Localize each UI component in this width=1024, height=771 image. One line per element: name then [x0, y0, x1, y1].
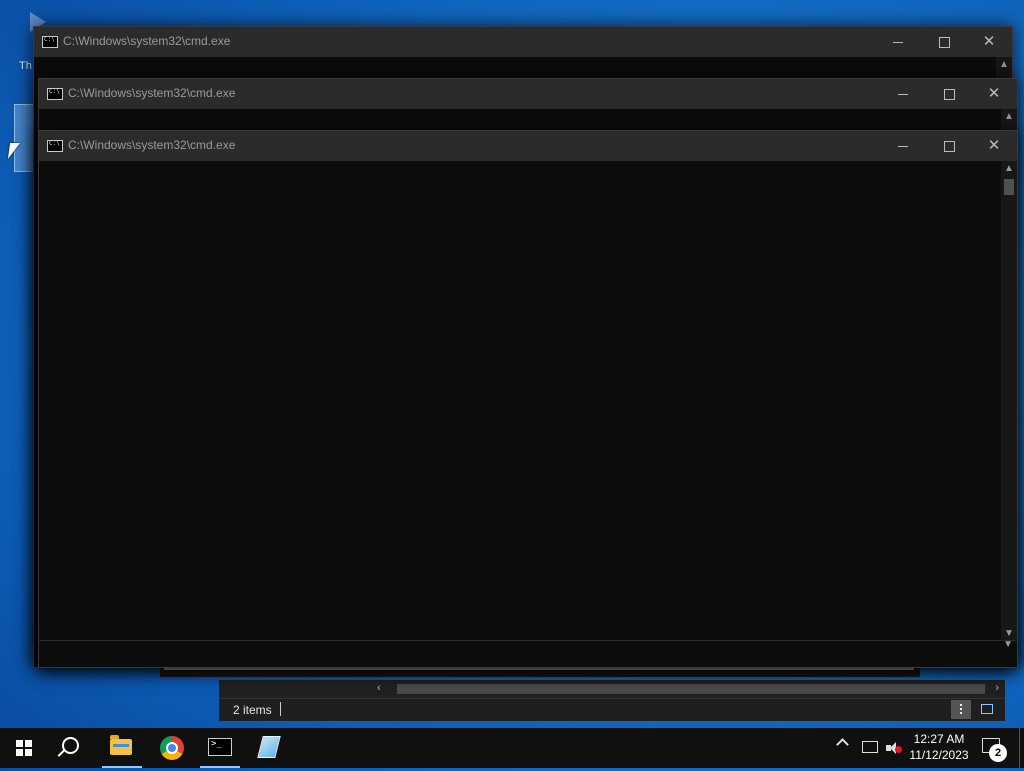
scroll-up-icon[interactable]: ▲	[999, 59, 1009, 70]
chrome-taskbar-button[interactable]	[148, 728, 196, 768]
window-bottom-edge: ▼	[39, 639, 1017, 667]
system-clock[interactable]: 12:27 AM 11/12/2023	[906, 731, 972, 771]
window-title: C:\Windows\system32\cmd.exe	[63, 34, 231, 48]
windows-logo-icon	[16, 740, 32, 756]
close-icon: ✕	[987, 137, 1001, 154]
chrome-icon	[160, 736, 184, 760]
clock-time: 12:27 AM	[913, 732, 965, 746]
close-button[interactable]: ✕	[966, 27, 1012, 57]
scroll-thumb[interactable]	[397, 684, 985, 694]
close-icon: ✕	[987, 85, 1001, 102]
volume-muted-badge-icon	[895, 746, 902, 753]
explorer-horizontal-scrollbar[interactable]: ‹ ›	[219, 680, 1005, 698]
minimize-icon	[898, 145, 908, 147]
notepad-icon	[257, 736, 281, 758]
scroll-down-icon[interactable]: ▼	[1003, 639, 1013, 650]
minimize-button[interactable]	[880, 131, 926, 161]
cmd-app-icon	[47, 140, 63, 152]
scroll-up-icon[interactable]: ▲	[1004, 163, 1014, 174]
command-prompt-icon	[208, 738, 232, 756]
window-title: C:\Windows\system32\cmd.exe	[68, 138, 236, 152]
details-view-button[interactable]	[951, 700, 971, 719]
status-separator	[280, 702, 281, 716]
search-button[interactable]	[48, 728, 96, 768]
close-button[interactable]: ✕	[971, 131, 1017, 161]
search-icon	[62, 737, 79, 754]
notepad-taskbar-button[interactable]	[246, 728, 294, 768]
maximize-button[interactable]	[926, 79, 972, 109]
maximize-button[interactable]	[921, 27, 967, 57]
scroll-up-icon[interactable]: ▲	[1004, 111, 1014, 122]
close-button[interactable]: ✕	[971, 79, 1017, 109]
maximize-icon	[943, 88, 955, 100]
network-icon[interactable]	[862, 741, 878, 753]
minimize-button[interactable]	[875, 27, 921, 57]
taskbar: 12:27 AM 11/12/2023 2	[0, 728, 1024, 768]
file-explorer-icon	[110, 735, 132, 755]
maximize-button[interactable]	[926, 131, 972, 161]
scroll-thumb[interactable]	[1004, 179, 1014, 195]
cmd-app-icon	[47, 88, 63, 100]
scroll-down-icon[interactable]: ▼	[1004, 628, 1014, 639]
scroll-right-icon[interactable]: ›	[995, 682, 999, 694]
maximize-icon	[938, 36, 950, 48]
close-icon: ✕	[982, 33, 996, 50]
maximize-icon	[943, 140, 955, 152]
cmd-app-icon	[42, 36, 58, 48]
cmd-window-3[interactable]: C:\Windows\system32\cmd.exe ✕ ▲ ▼ ▼	[38, 130, 1018, 668]
scroll-left-icon[interactable]: ‹	[377, 682, 381, 694]
status-items-count: 2 items	[233, 703, 272, 717]
show-hidden-icons-chevron-icon[interactable]	[836, 738, 849, 751]
command-prompt-taskbar-button[interactable]	[196, 728, 244, 768]
minimize-button[interactable]	[880, 79, 926, 109]
notification-count-badge: 2	[989, 744, 1007, 762]
title-bar[interactable]: C:\Windows\system32\cmd.exe ✕	[39, 79, 1017, 109]
desktop-icon-label: Th	[19, 60, 32, 72]
minimize-icon	[893, 41, 903, 43]
minimize-icon	[898, 93, 908, 95]
file-explorer-taskbar-button[interactable]	[98, 728, 146, 768]
vertical-scrollbar[interactable]: ▲ ▼	[1001, 161, 1017, 641]
large-icons-view-button[interactable]	[977, 700, 997, 719]
start-button[interactable]	[0, 728, 48, 768]
show-desktop-button[interactable]	[1019, 728, 1020, 768]
title-bar[interactable]: C:\Windows\system32\cmd.exe ✕	[34, 27, 1012, 57]
title-bar[interactable]: C:\Windows\system32\cmd.exe ✕	[39, 131, 1017, 161]
clock-date: 11/12/2023	[909, 748, 969, 762]
explorer-status-bar: 2 items	[219, 698, 1005, 721]
console-output-area[interactable]	[39, 161, 1001, 641]
window-title: C:\Windows\system32\cmd.exe	[68, 86, 236, 100]
